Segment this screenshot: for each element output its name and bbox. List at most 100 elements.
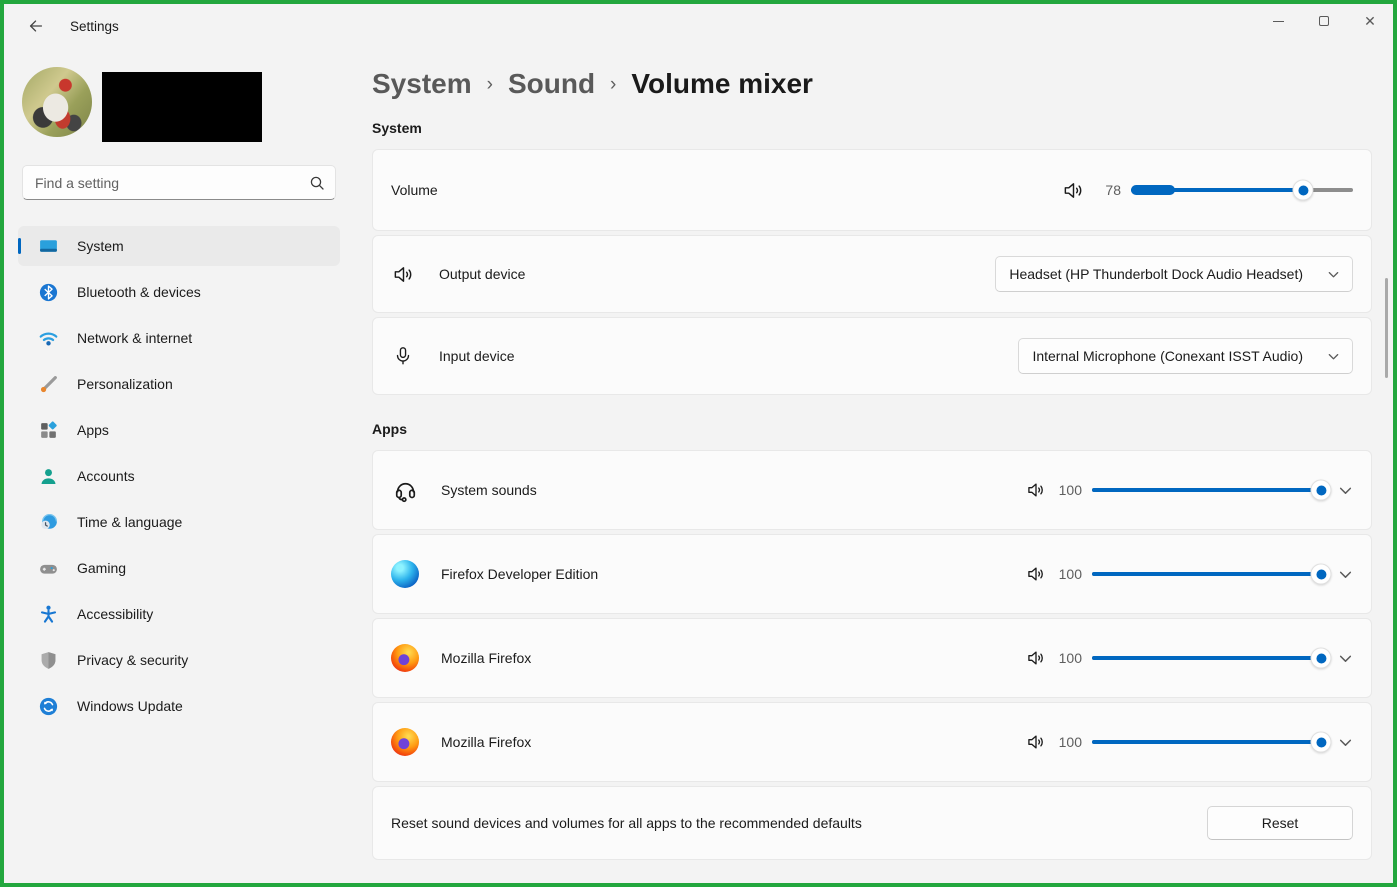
time-language-icon — [38, 512, 59, 533]
gaming-icon — [38, 558, 59, 579]
slider-thumb[interactable] — [1310, 479, 1332, 501]
reset-card: Reset sound devices and volumes for all … — [372, 786, 1372, 860]
back-icon[interactable] — [24, 14, 48, 38]
sidebar-item-system[interactable]: System — [18, 226, 340, 266]
volume-slider[interactable] — [1131, 178, 1353, 202]
expand-chevron-icon[interactable] — [1338, 483, 1353, 498]
output-device-dropdown[interactable]: Headset (HP Thunderbolt Dock Audio Heads… — [995, 256, 1353, 292]
screenshot-frame: Settings ✕ Find a setting System Bluetoo… — [0, 0, 1397, 887]
sidebar-item-time-language[interactable]: Time & language — [18, 502, 340, 542]
personalization-icon — [38, 374, 59, 395]
app-volume-slider[interactable] — [1092, 478, 1332, 502]
close-icon[interactable]: ✕ — [1347, 4, 1393, 38]
speaker-icon — [1026, 648, 1046, 668]
input-device-dropdown[interactable]: Internal Microphone (Conexant ISST Audio… — [1018, 338, 1353, 374]
sidebar-item-label: Privacy & security — [77, 652, 189, 668]
slider-fill — [1092, 740, 1322, 744]
input-device-card: Input device Internal Microphone (Conexa… — [372, 317, 1372, 395]
app-cards: System sounds 100 Firefox Developer Edit… — [372, 450, 1372, 860]
app-name: System sounds — [441, 482, 537, 498]
windows-update-icon — [38, 696, 59, 717]
sidebar-item-accounts[interactable]: Accounts — [18, 456, 340, 496]
sidebar-item-accessibility[interactable]: Accessibility — [18, 594, 340, 634]
section-apps: Apps — [372, 421, 407, 437]
app-volume-value: 100 — [1058, 650, 1082, 666]
profile-block[interactable] — [22, 67, 340, 142]
sidebar-item-personalization[interactable]: Personalization — [18, 364, 340, 404]
expand-chevron-icon[interactable] — [1338, 735, 1353, 750]
app-row-firefox-developer: Firefox Developer Edition 100 — [372, 534, 1372, 614]
chevron-down-icon — [1327, 268, 1340, 281]
app-row-firefox-2: Mozilla Firefox 100 — [372, 702, 1372, 782]
system-icon — [38, 236, 59, 257]
slider-thumb[interactable] — [1310, 563, 1332, 585]
sidebar: System Bluetooth & devices Network & int… — [4, 48, 354, 883]
sidebar-item-label: Accounts — [77, 468, 135, 484]
redacted-username — [102, 72, 262, 142]
avatar[interactable] — [22, 67, 92, 137]
slider-thumb[interactable] — [1310, 731, 1332, 753]
microphone-icon — [391, 344, 415, 368]
sidebar-item-label: Apps — [77, 422, 109, 438]
main-content: System › Sound › Volume mixer System Vol… — [354, 48, 1393, 883]
expand-chevron-icon[interactable] — [1338, 567, 1353, 582]
system-cards: Volume 78 Output device Headset (HP Thun… — [372, 149, 1372, 395]
settings-window: Settings ✕ Find a setting System Bluetoo… — [4, 4, 1393, 883]
search-input[interactable] — [35, 174, 309, 191]
breadcrumb-system[interactable]: System — [372, 68, 472, 100]
search-box[interactable] — [22, 165, 336, 200]
sidebar-item-label: Bluetooth & devices — [77, 284, 201, 300]
sidebar-item-windows-update[interactable]: Windows Update — [18, 686, 340, 726]
app-name: Firefox Developer Edition — [441, 566, 599, 582]
chevron-down-icon — [1327, 350, 1340, 363]
bluetooth-icon — [38, 282, 59, 303]
maximize-icon[interactable] — [1301, 4, 1347, 38]
apps-icon — [38, 420, 59, 441]
sidebar-item-label: Personalization — [77, 376, 173, 392]
breadcrumb: System › Sound › Volume mixer — [372, 68, 1393, 100]
speaker-icon — [1062, 179, 1085, 202]
output-device-value: Headset (HP Thunderbolt Dock Audio Heads… — [1009, 266, 1303, 282]
volume-value: 78 — [1105, 182, 1121, 198]
accounts-icon — [38, 466, 59, 487]
breadcrumb-separator: › — [486, 74, 493, 95]
sidebar-item-bluetooth-devices[interactable]: Bluetooth & devices — [18, 272, 340, 312]
app-volume-value: 100 — [1058, 734, 1082, 750]
sidebar-item-label: Gaming — [77, 560, 127, 576]
sidebar-item-label: System — [77, 238, 124, 254]
reset-description: Reset sound devices and volumes for all … — [391, 815, 862, 831]
app-volume-slider[interactable] — [1092, 646, 1332, 670]
app-volume-value: 100 — [1058, 482, 1082, 498]
title-bar: Settings ✕ — [4, 4, 1393, 48]
window-body: System Bluetooth & devices Network & int… — [4, 48, 1393, 883]
window-title: Settings — [70, 18, 119, 34]
speaker-icon — [391, 262, 415, 286]
slider-thumb[interactable] — [1292, 179, 1314, 201]
selected-indicator — [18, 238, 21, 254]
app-volume-slider[interactable] — [1092, 730, 1332, 754]
sidebar-item-privacy-security[interactable]: Privacy & security — [18, 640, 340, 680]
privacy-security-icon — [38, 650, 59, 671]
slider-thumb[interactable] — [1310, 647, 1332, 669]
output-device-card: Output device Headset (HP Thunderbolt Do… — [372, 235, 1372, 313]
sidebar-item-network-internet[interactable]: Network & internet — [18, 318, 340, 358]
minimize-icon[interactable] — [1255, 4, 1301, 38]
sidebar-item-apps[interactable]: Apps — [18, 410, 340, 450]
reset-button[interactable]: Reset — [1207, 806, 1353, 840]
speaker-icon — [1026, 480, 1046, 500]
sidebar-item-label: Network & internet — [77, 330, 193, 346]
sidebar-item-label: Accessibility — [77, 606, 154, 622]
scrollbar[interactable] — [1385, 278, 1388, 378]
expand-chevron-icon[interactable] — [1338, 651, 1353, 666]
sidebar-item-gaming[interactable]: Gaming — [18, 548, 340, 588]
app-volume-slider[interactable] — [1092, 562, 1332, 586]
app-volume-value: 100 — [1058, 566, 1082, 582]
headset-icon — [391, 476, 419, 504]
search-icon — [309, 175, 325, 191]
input-device-label: Input device — [439, 348, 515, 364]
breadcrumb-sound[interactable]: Sound — [508, 68, 595, 100]
speaker-icon — [1026, 564, 1046, 584]
slider-fill — [1092, 656, 1322, 660]
volume-label: Volume — [391, 182, 438, 198]
slider-fill — [1092, 572, 1322, 576]
